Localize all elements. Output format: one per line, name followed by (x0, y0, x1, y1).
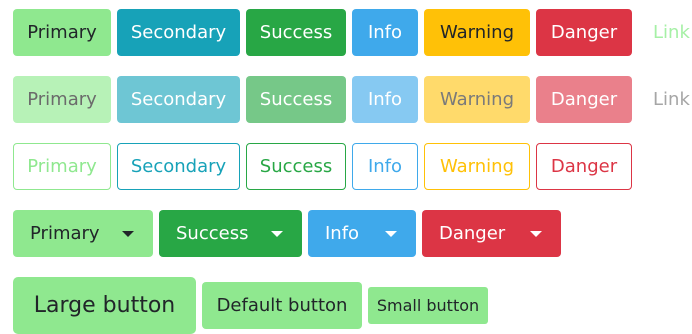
info-button[interactable]: Info (352, 9, 418, 56)
default-button[interactable]: Default button (202, 282, 362, 329)
warning-outline-button[interactable]: Warning (424, 143, 530, 190)
warning-button[interactable]: Warning (424, 9, 530, 56)
warning-disabled-button[interactable]: Warning (424, 76, 530, 123)
danger-outline-button[interactable]: Danger (536, 143, 632, 190)
primary-outline-button[interactable]: Primary (13, 143, 111, 190)
success-dropdown-label: Success (176, 223, 249, 244)
outline-buttons-row: Primary Secondary Success Info Warning D… (13, 143, 638, 190)
disabled-buttons-row: Primary Secondary Success Info Warning D… (13, 76, 690, 123)
info-disabled-button[interactable]: Info (352, 76, 418, 123)
success-disabled-button[interactable]: Success (246, 76, 346, 123)
dropdown-buttons-row: Primary Success Info Danger (13, 210, 567, 257)
info-dropdown-button[interactable]: Info (308, 210, 416, 257)
primary-button[interactable]: Primary (13, 9, 111, 56)
secondary-outline-button[interactable]: Secondary (117, 143, 240, 190)
caret-down-icon (530, 230, 542, 237)
info-dropdown-label: Info (325, 223, 360, 244)
link-disabled-button[interactable]: Link (638, 76, 690, 123)
caret-down-icon (271, 230, 283, 237)
large-button[interactable]: Large button (13, 277, 196, 334)
danger-disabled-button[interactable]: Danger (536, 76, 632, 123)
danger-button[interactable]: Danger (536, 9, 632, 56)
primary-disabled-button[interactable]: Primary (13, 76, 111, 123)
link-button[interactable]: Link (638, 9, 690, 56)
small-button[interactable]: Small button (368, 287, 488, 324)
solid-buttons-row: Primary Secondary Success Info Warning D… (13, 9, 690, 56)
success-dropdown-button[interactable]: Success (159, 210, 302, 257)
caret-down-icon (385, 230, 397, 237)
success-button[interactable]: Success (246, 9, 346, 56)
success-outline-button[interactable]: Success (246, 143, 346, 190)
primary-dropdown-button[interactable]: Primary (13, 210, 153, 257)
danger-dropdown-label: Danger (439, 223, 506, 244)
secondary-button[interactable]: Secondary (117, 9, 240, 56)
primary-dropdown-label: Primary (30, 223, 100, 244)
caret-down-icon (122, 230, 134, 237)
danger-dropdown-button[interactable]: Danger (422, 210, 561, 257)
size-buttons-row: Large button Default button Small button (13, 277, 494, 334)
info-outline-button[interactable]: Info (352, 143, 418, 190)
secondary-disabled-button[interactable]: Secondary (117, 76, 240, 123)
